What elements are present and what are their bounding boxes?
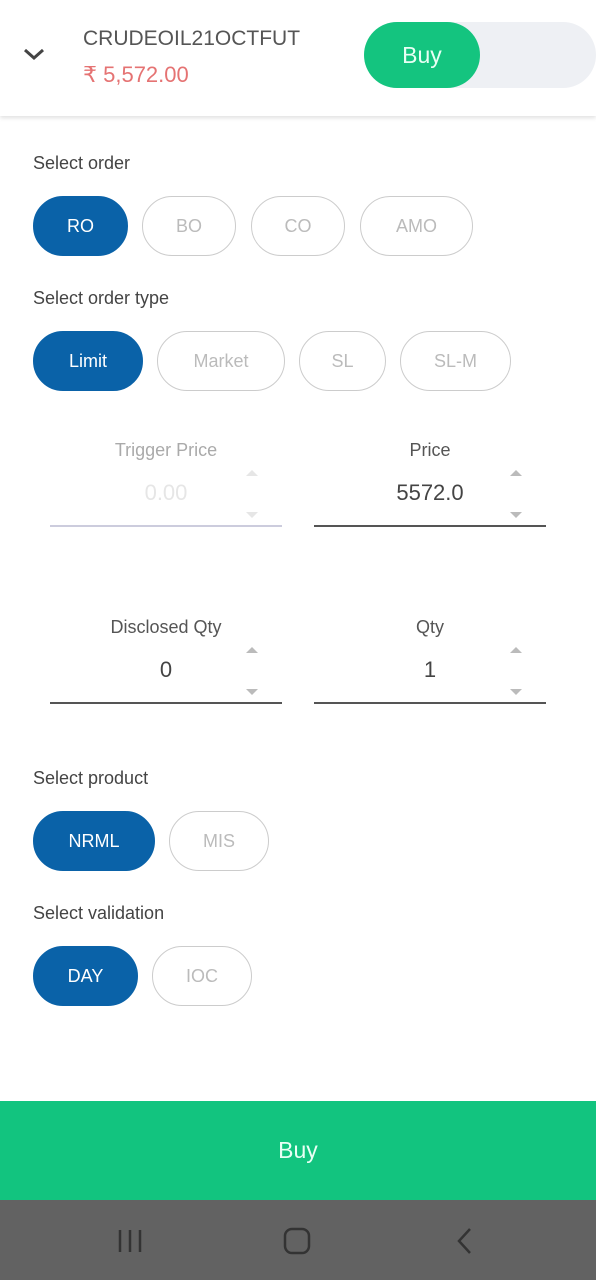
order-option-bo[interactable]: BO <box>142 196 236 256</box>
field-underline <box>50 525 282 527</box>
order-type-sl[interactable]: SL <box>299 331 386 391</box>
decrement-icon[interactable] <box>510 689 522 695</box>
product-nrml[interactable]: NRML <box>33 811 155 871</box>
order-option-co[interactable]: CO <box>251 196 345 256</box>
trigger-price-field[interactable]: Trigger Price 0.00 <box>50 440 282 530</box>
chevron-down-icon[interactable] <box>22 42 46 66</box>
toggle-buy-option[interactable]: Buy <box>364 22 480 88</box>
buy-submit-button[interactable]: Buy <box>0 1101 596 1200</box>
field-underline <box>50 702 282 704</box>
back-icon[interactable] <box>455 1227 475 1255</box>
field-underline <box>314 702 546 704</box>
increment-icon[interactable] <box>246 647 258 653</box>
validation-ioc[interactable]: IOC <box>152 946 252 1006</box>
increment-icon[interactable] <box>510 647 522 653</box>
order-type-limit[interactable]: Limit <box>33 331 143 391</box>
home-icon[interactable] <box>283 1227 313 1255</box>
select-order-label: Select order <box>33 153 131 173</box>
increment-icon[interactable] <box>510 470 522 476</box>
validation-day[interactable]: DAY <box>33 946 138 1006</box>
qty-input[interactable]: 1 <box>314 657 546 683</box>
product-mis[interactable]: MIS <box>169 811 269 871</box>
qty-field[interactable]: Qty 1 <box>314 617 546 707</box>
order-option-amo[interactable]: AMO <box>360 196 473 256</box>
field-underline <box>314 525 546 527</box>
increment-icon[interactable] <box>246 470 258 476</box>
order-type-sl-m[interactable]: SL-M <box>400 331 511 391</box>
recent-apps-icon[interactable] <box>116 1228 146 1254</box>
system-nav-bar <box>0 1200 596 1280</box>
order-option-ro[interactable]: RO <box>33 196 128 256</box>
qty-label: Qty <box>415 617 444 637</box>
product-label: Select product <box>33 768 149 788</box>
disclosed-qty-label: Disclosed Qty <box>110 617 222 637</box>
price-label: Price <box>409 440 451 460</box>
order-type-market[interactable]: Market <box>157 331 285 391</box>
decrement-icon[interactable] <box>246 512 258 518</box>
disclosed-qty-input[interactable]: 0 <box>50 657 282 683</box>
decrement-icon[interactable] <box>510 512 522 518</box>
trigger-price-input[interactable]: 0.00 <box>50 480 282 506</box>
last-traded-price: ₹ 5,572.00 <box>83 62 189 87</box>
validation-label: Select validation <box>33 903 165 923</box>
instrument-symbol: CRUDEOIL21OCTFUT <box>83 27 301 50</box>
trigger-price-label: Trigger Price <box>114 440 218 460</box>
disclosed-qty-field[interactable]: Disclosed Qty 0 <box>50 617 282 707</box>
price-input[interactable]: 5572.0 <box>314 480 546 506</box>
price-field[interactable]: Price 5572.0 <box>314 440 546 530</box>
order-type-label: Select order type <box>33 288 170 308</box>
order-header: CRUDEOIL21OCTFUT ₹ 5,572.00 Buy <box>0 0 596 116</box>
decrement-icon[interactable] <box>246 689 258 695</box>
